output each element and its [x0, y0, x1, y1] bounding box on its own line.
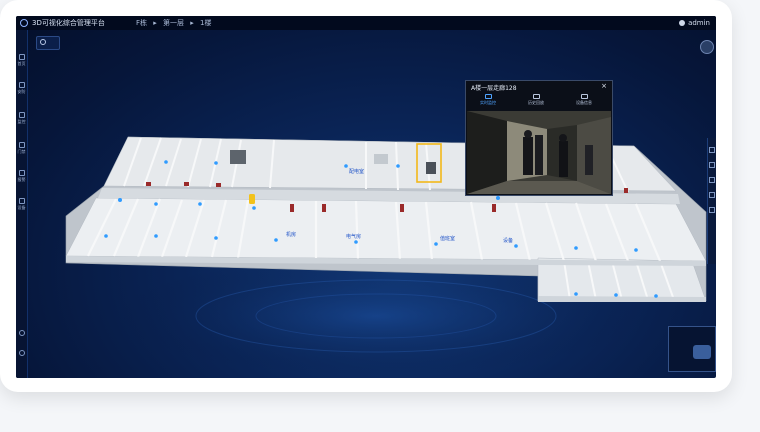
sidebar-item-label: 设备: [17, 205, 26, 210]
tab-label: 实时监控: [480, 100, 496, 105]
tab-info[interactable]: 设备信息: [564, 93, 604, 106]
sidebar-item-label: 报警: [17, 177, 26, 182]
sidebar-item-access[interactable]: 门禁: [16, 140, 27, 160]
camera-popup-title: A楼一层走廊128: [471, 85, 517, 92]
sidebar-item-monitor[interactable]: 监控: [16, 110, 27, 130]
sidebar-item-label: 首页: [17, 61, 26, 66]
room-label: 电气房: [346, 233, 361, 240]
alarm-icon[interactable]: [709, 192, 715, 198]
camera-popup: A楼一层走廊128 × 实时监控 历史回放 设备信息: [465, 80, 613, 196]
video-frame: [467, 111, 611, 194]
sidebar-item-home[interactable]: 首页: [16, 52, 27, 72]
layer-icon[interactable]: [709, 147, 715, 153]
user-icon: [679, 20, 686, 26]
breadcrumb-item[interactable]: 第一层: [163, 19, 184, 27]
logo-icon: [20, 19, 28, 27]
breadcrumb-item[interactable]: 1楼: [200, 19, 211, 27]
sidebar-item-alarm[interactable]: 报警: [16, 168, 27, 188]
sidebar-item-security[interactable]: 安防: [16, 80, 27, 100]
sidebar-item-label: 门禁: [17, 149, 26, 154]
sidebar: 首页 安防 监控 门禁 报警 设备: [16, 30, 28, 378]
minimap-building: [693, 345, 711, 359]
sidebar-item-label: 安防: [17, 89, 26, 94]
camera-video-feed[interactable]: [467, 111, 611, 194]
username: admin: [688, 19, 710, 27]
app-window: 配电室 机房 电气房 值班室 设备 3D可视化综合管理平台 F栋 ▸ 第一层 ▸…: [16, 16, 716, 378]
close-icon[interactable]: ×: [601, 82, 607, 90]
fullscreen-button[interactable]: [700, 40, 714, 54]
gear-icon: [18, 330, 25, 336]
sidebar-item-device[interactable]: 设备: [16, 196, 27, 216]
playback-icon: [532, 94, 540, 99]
camera-tabs: 实时监控 历史回放 设备信息: [466, 93, 612, 109]
screenshot-card: 配电室 机房 电气房 值班室 设备 3D可视化综合管理平台 F栋 ▸ 第一层 ▸…: [0, 0, 732, 392]
tab-playback[interactable]: 历史回放: [516, 93, 556, 106]
device-icon[interactable]: [709, 207, 715, 213]
view-toggle[interactable]: [36, 36, 60, 50]
camera-icon: [18, 112, 25, 118]
room-label: 值班室: [440, 235, 455, 242]
tab-label: 历史回放: [528, 100, 544, 105]
person-marker[interactable]: [249, 194, 255, 204]
shield-icon: [18, 82, 25, 88]
device-icon: [18, 198, 25, 204]
right-toolbar: [707, 138, 716, 264]
sidebar-settings[interactable]: [16, 328, 27, 348]
breadcrumb-item[interactable]: F栋: [136, 19, 147, 27]
breadcrumb: F栋 ▸ 第一层 ▸ 1楼: [136, 16, 215, 30]
info-icon: [580, 94, 588, 99]
room-label: 设备: [503, 237, 513, 244]
room-label: 机房: [286, 231, 296, 238]
info-icon: [18, 350, 25, 356]
alarm-icon: [18, 170, 25, 176]
sidebar-item-label: 监控: [17, 119, 26, 124]
door-icon: [18, 142, 25, 148]
floor-plan-3d[interactable]: 配电室 机房 电气房 值班室 设备: [16, 16, 716, 378]
minimap[interactable]: [668, 326, 716, 372]
video-icon: [484, 94, 492, 99]
power-icon: [40, 39, 46, 45]
camera-icon[interactable]: [709, 177, 715, 183]
chevron-right-icon: ▸: [153, 19, 157, 27]
app-title: 3D可视化综合管理平台: [32, 19, 105, 27]
home-icon: [18, 54, 25, 60]
room-label: 配电室: [349, 168, 364, 175]
chevron-right-icon: ▸: [190, 19, 194, 27]
tab-live[interactable]: 实时监控: [468, 93, 508, 106]
user-menu[interactable]: admin: [679, 16, 710, 30]
sidebar-info[interactable]: [16, 348, 27, 368]
title-bar: 3D可视化综合管理平台 F栋 ▸ 第一层 ▸ 1楼 admin: [16, 16, 716, 30]
tab-label: 设备信息: [576, 100, 592, 105]
filter-icon[interactable]: [709, 162, 715, 168]
